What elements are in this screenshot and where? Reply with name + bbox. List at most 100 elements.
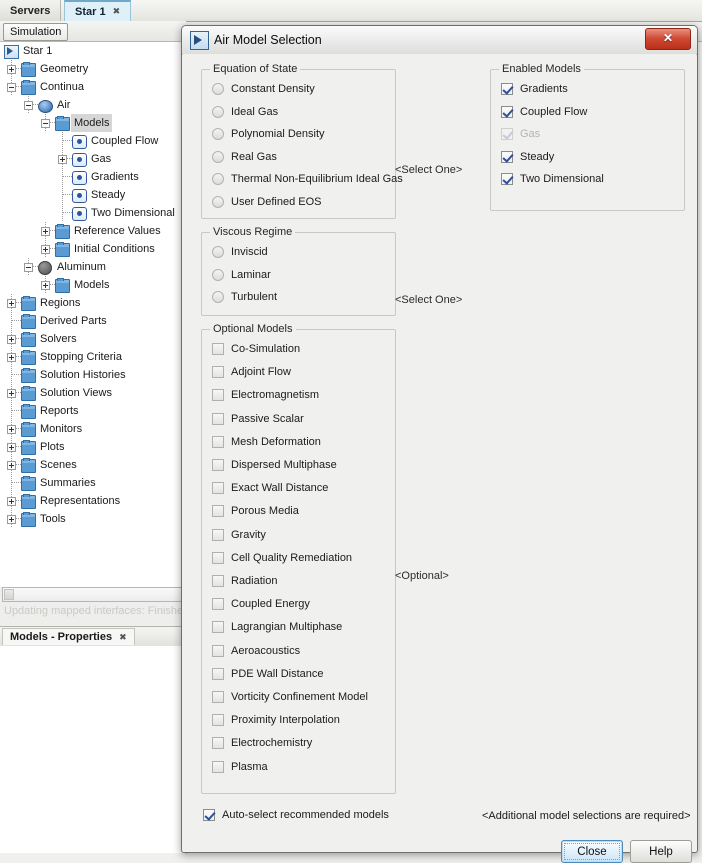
optional-model-option-checkbox[interactable] (212, 552, 224, 564)
optional-model-option-checkbox[interactable] (212, 459, 224, 471)
optional-model-option-row[interactable]: Radiation (212, 570, 277, 592)
expand-icon[interactable] (7, 425, 16, 434)
equation-of-state-option-radio[interactable] (212, 151, 224, 163)
tree-item[interactable]: Reference Values (0, 222, 186, 240)
simulation-button[interactable]: Simulation (3, 23, 68, 41)
tree-item[interactable]: Tools (0, 510, 186, 528)
optional-model-option-checkbox[interactable] (212, 668, 224, 680)
simulation-tree-panel[interactable]: Star 1GeometryContinuaAirModelsCoupled F… (0, 42, 187, 587)
optional-model-option-checkbox[interactable] (212, 761, 224, 773)
tree-item[interactable]: Stopping Criteria (0, 348, 186, 366)
simulation-tree[interactable]: Star 1GeometryContinuaAirModelsCoupled F… (0, 42, 186, 528)
tree-item[interactable]: Gradients (0, 168, 186, 186)
tree-item[interactable]: Continua (0, 78, 186, 96)
equation-of-state-option-row[interactable]: Real Gas (212, 146, 277, 168)
tree-item[interactable]: Derived Parts (0, 312, 186, 330)
optional-model-option-row[interactable]: Adjoint Flow (212, 361, 291, 383)
tree-item[interactable]: Air (0, 96, 186, 114)
tree-item[interactable]: Scenes (0, 456, 186, 474)
optional-model-option-checkbox[interactable] (212, 529, 224, 541)
equation-of-state-option-row[interactable]: Polynomial Density (212, 123, 325, 145)
optional-model-option-row[interactable]: Proximity Interpolation (212, 709, 340, 731)
viscous-regime-option-row[interactable]: Turbulent (212, 286, 277, 308)
tree-item[interactable]: Solution Histories (0, 366, 186, 384)
expand-icon[interactable] (7, 299, 16, 308)
equation-of-state-option-radio[interactable] (212, 196, 224, 208)
expand-icon[interactable] (7, 353, 16, 362)
optional-model-option-row[interactable]: Dispersed Multiphase (212, 454, 337, 476)
tree-item[interactable]: Star 1 (0, 42, 186, 60)
enabled-model-option-row[interactable]: Two Dimensional (501, 168, 604, 190)
expand-icon[interactable] (7, 497, 16, 506)
optional-model-option-checkbox[interactable] (212, 575, 224, 587)
optional-model-option-checkbox[interactable] (212, 343, 224, 355)
expand-icon[interactable] (41, 245, 50, 254)
tree-item[interactable]: Steady (0, 186, 186, 204)
close-button[interactable]: Close (561, 840, 623, 863)
tab-star-1[interactable]: Star 1 ✖ (64, 0, 131, 21)
optional-model-option-checkbox[interactable] (212, 621, 224, 633)
optional-model-option-checkbox[interactable] (212, 389, 224, 401)
enabled-model-option-row[interactable]: Gradients (501, 78, 568, 100)
tab-models-properties[interactable]: Models - Properties ✖ (2, 628, 135, 645)
optional-model-option-row[interactable]: Co-Simulation (212, 338, 300, 360)
optional-model-option-checkbox[interactable] (212, 737, 224, 749)
dialog-title-bar[interactable]: Air Model Selection ✕ (182, 26, 697, 55)
tree-item[interactable]: Models (0, 276, 186, 294)
collapse-icon[interactable] (41, 119, 50, 128)
equation-of-state-option-row[interactable]: Constant Density (212, 78, 315, 100)
enabled-model-option-row[interactable]: Coupled Flow (501, 101, 587, 123)
collapse-icon[interactable] (24, 101, 33, 110)
optional-model-option-row[interactable]: Aeroacoustics (212, 640, 300, 662)
optional-model-option-checkbox[interactable] (212, 598, 224, 610)
expand-icon[interactable] (7, 389, 16, 398)
expand-icon[interactable] (41, 281, 50, 290)
optional-model-option-row[interactable]: Porous Media (212, 500, 299, 522)
collapse-icon[interactable] (24, 263, 33, 272)
enabled-model-option-checkbox[interactable] (501, 106, 513, 118)
optional-model-option-checkbox[interactable] (212, 413, 224, 425)
viscous-regime-option-radio[interactable] (212, 291, 224, 303)
optional-model-option-checkbox[interactable] (212, 505, 224, 517)
tree-item[interactable]: Representations (0, 492, 186, 510)
equation-of-state-option-radio[interactable] (212, 83, 224, 95)
optional-model-option-row[interactable]: Gravity (212, 524, 266, 546)
expand-icon[interactable] (41, 227, 50, 236)
expand-icon[interactable] (7, 335, 16, 344)
tree-item[interactable]: Geometry (0, 60, 186, 78)
tree-item[interactable]: Coupled Flow (0, 132, 186, 150)
tree-item[interactable]: Monitors (0, 420, 186, 438)
tree-item[interactable]: Summaries (0, 474, 186, 492)
viscous-regime-option-radio[interactable] (212, 269, 224, 281)
viscous-regime-option-row[interactable]: Laminar (212, 264, 271, 286)
expand-icon[interactable] (7, 461, 16, 470)
tree-item[interactable]: Initial Conditions (0, 240, 186, 258)
equation-of-state-option-radio[interactable] (212, 173, 224, 185)
optional-model-option-row[interactable]: Plasma (212, 756, 268, 778)
tree-item[interactable]: Reports (0, 402, 186, 420)
help-button[interactable]: Help (630, 840, 692, 863)
optional-model-option-checkbox[interactable] (212, 482, 224, 494)
tree-item[interactable]: Plots (0, 438, 186, 456)
optional-model-option-row[interactable]: PDE Wall Distance (212, 663, 324, 685)
optional-model-option-row[interactable]: Electrochemistry (212, 732, 312, 754)
equation-of-state-option-row[interactable]: User Defined EOS (212, 191, 321, 213)
optional-model-option-row[interactable]: Mesh Deformation (212, 431, 321, 453)
auto-select-row[interactable]: Auto-select recommended models (203, 804, 389, 826)
optional-model-option-row[interactable]: Vorticity Confinement Model (212, 686, 368, 708)
tree-item[interactable]: Models (0, 114, 186, 132)
optional-model-option-checkbox[interactable] (212, 366, 224, 378)
optional-model-option-row[interactable]: Lagrangian Multiphase (212, 616, 342, 638)
tree-item[interactable]: Gas (0, 150, 186, 168)
tree-item[interactable]: Solution Views (0, 384, 186, 402)
expand-icon[interactable] (58, 155, 67, 164)
viscous-regime-option-radio[interactable] (212, 246, 224, 258)
expand-icon[interactable] (7, 515, 16, 524)
tree-item[interactable]: Aluminum (0, 258, 186, 276)
viscous-regime-option-row[interactable]: Inviscid (212, 241, 268, 263)
equation-of-state-option-radio[interactable] (212, 128, 224, 140)
tree-item[interactable]: Regions (0, 294, 186, 312)
optional-model-option-row[interactable]: Exact Wall Distance (212, 477, 328, 499)
equation-of-state-option-row[interactable]: Thermal Non-Equilibrium Ideal Gas (212, 168, 403, 190)
enabled-model-option-checkbox[interactable] (501, 173, 513, 185)
